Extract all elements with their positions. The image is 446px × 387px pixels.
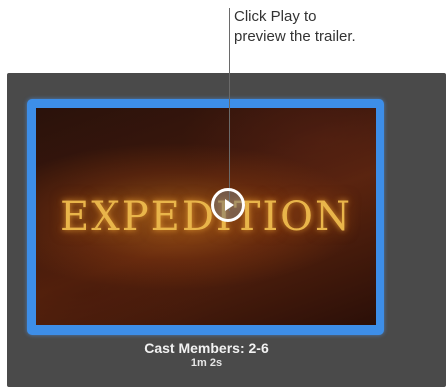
play-button[interactable] xyxy=(211,188,245,222)
callout-leader-line xyxy=(229,8,230,211)
trailer-thumbnail[interactable]: EXPEDITION xyxy=(36,108,376,325)
play-icon xyxy=(225,199,234,211)
callout-annotation: Click Play to preview the trailer. xyxy=(234,7,434,47)
trailer-duration: 1m 2s xyxy=(190,357,223,369)
trailer-title-art: EXPEDITION xyxy=(60,194,352,240)
callout-line-2: preview the trailer. xyxy=(234,28,356,45)
callout-line-1: Click Play to xyxy=(234,8,317,25)
trailer-preview-screen: Click Play to preview the trailer. EXPED… xyxy=(0,0,446,387)
cast-members-label: Cast Members: 2-6 xyxy=(144,340,269,356)
